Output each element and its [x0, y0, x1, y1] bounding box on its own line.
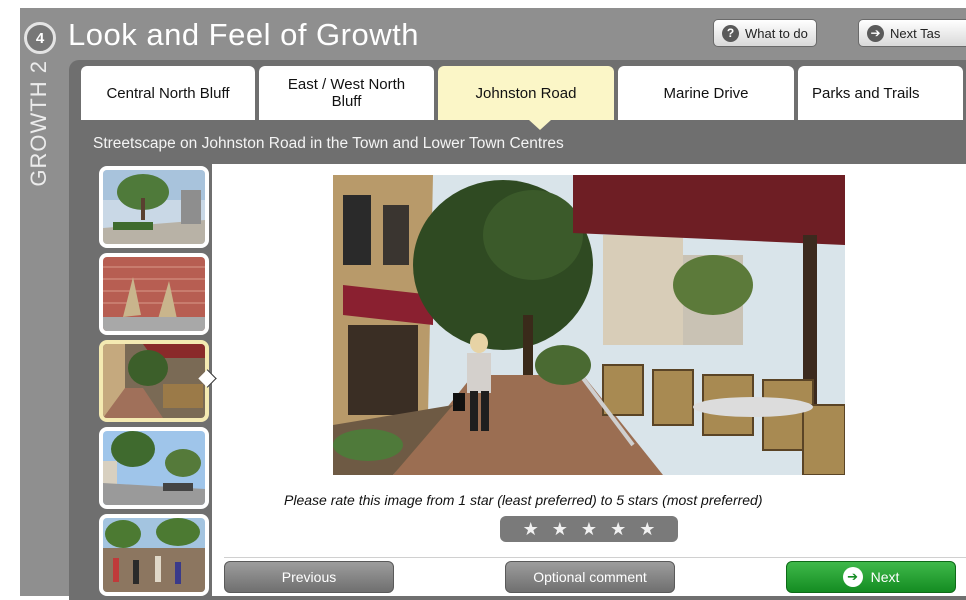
tab-label: East / West North Bluff	[287, 76, 406, 110]
section-subtitle: Streetscape on Johnston Road in the Town…	[93, 135, 564, 152]
star-rating[interactable]: ★ ★ ★ ★ ★	[500, 516, 678, 542]
thumbnail-image	[103, 431, 205, 505]
thumbnail-image	[103, 170, 205, 244]
what-to-do-label: What to do	[745, 25, 808, 41]
location-tabs: Central North Bluff East / West North Bl…	[81, 66, 963, 120]
tab-central-north-bluff[interactable]: Central North Bluff	[81, 66, 255, 120]
star-icon-3[interactable]: ★	[581, 520, 597, 538]
main-streetscape-photo	[333, 175, 845, 475]
next-task-button[interactable]: ➔ Next Tas	[858, 19, 966, 47]
star-icon-4[interactable]: ★	[610, 520, 626, 538]
tab-parks-and-trails[interactable]: Parks and Trails	[798, 66, 963, 120]
thumbnail-image	[103, 518, 205, 592]
tab-label: Marine Drive	[663, 84, 749, 102]
star-icon-1[interactable]: ★	[523, 520, 539, 538]
page-title: Look and Feel of Growth	[68, 17, 419, 52]
thumbnail-image	[103, 344, 205, 418]
thumbnail-1[interactable]	[99, 166, 209, 248]
active-tab-pointer	[529, 120, 551, 130]
thumbnail-2[interactable]	[99, 253, 209, 335]
next-task-label: Next Tas	[890, 25, 941, 41]
star-icon-5[interactable]: ★	[639, 520, 655, 538]
thumbnail-image	[103, 257, 205, 331]
previous-label: Previous	[281, 569, 337, 585]
tab-label: Johnston Road	[475, 84, 577, 102]
streetscape-image	[333, 175, 845, 475]
tab-east-west-north-bluff[interactable]: East / West North Bluff	[259, 66, 434, 120]
next-button[interactable]: ➔ Next	[786, 561, 956, 593]
arrow-right-icon: ➔	[842, 567, 863, 587]
step-number-badge: 4	[24, 22, 56, 54]
footer-divider	[224, 557, 966, 558]
rating-prompt: Please rate this image from 1 star (leas…	[284, 492, 763, 508]
tab-label: Parks and Trails	[812, 84, 920, 102]
optional-comment-label: Optional comment	[533, 569, 647, 585]
what-to-do-button[interactable]: ? What to do	[713, 19, 817, 47]
previous-button[interactable]: Previous	[224, 561, 394, 593]
tab-label: Central North Bluff	[106, 84, 230, 102]
star-icon-2[interactable]: ★	[552, 520, 568, 538]
thumbnail-4[interactable]	[99, 427, 209, 509]
question-icon: ?	[722, 24, 739, 42]
optional-comment-button[interactable]: Optional comment	[505, 561, 675, 593]
tab-marine-drive[interactable]: Marine Drive	[618, 66, 794, 120]
tab-johnston-road[interactable]: Johnston Road	[438, 66, 614, 120]
arrow-right-icon: ➔	[867, 24, 884, 42]
section-side-label: GROWTH 2	[26, 60, 51, 187]
next-label: Next	[870, 569, 900, 585]
thumbnail-3-selected[interactable]	[99, 340, 209, 422]
thumbnail-5[interactable]	[99, 514, 209, 596]
